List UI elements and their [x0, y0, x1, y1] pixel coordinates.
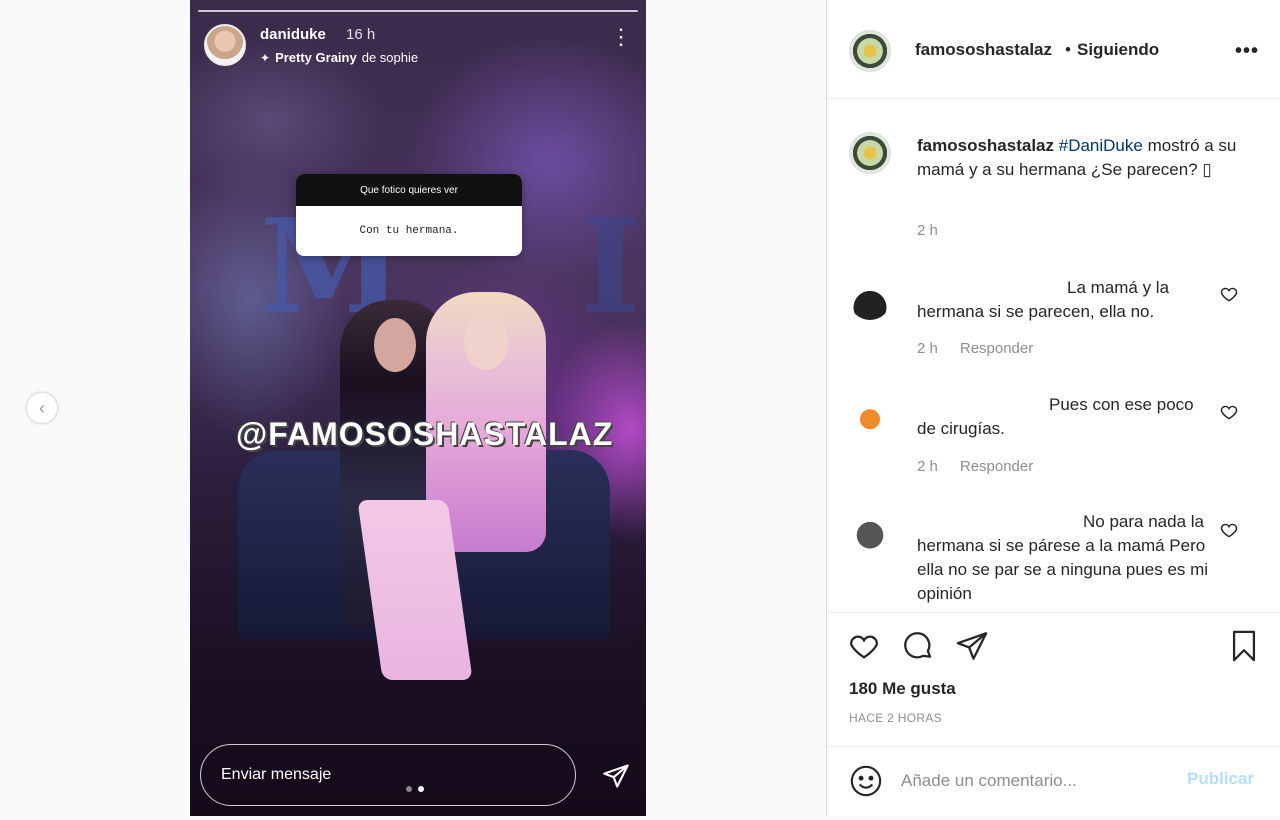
caption-avatar[interactable]: [849, 132, 891, 174]
story-username[interactable]: daniduke: [260, 26, 326, 43]
comment-text: La mamá y la hermana si se parecen, ella…: [917, 278, 1170, 321]
carousel-dot: [406, 786, 412, 792]
author-avatar[interactable]: [849, 30, 891, 72]
post-header: famososhastalaz • Siguiendo •••: [827, 0, 1280, 99]
emoji-placeholder: ▯: [1202, 160, 1212, 179]
story-progress-bar: [198, 10, 638, 12]
likes-count[interactable]: 180 Me gusta: [849, 679, 956, 699]
question-answer: Con tu hermana.: [359, 225, 459, 237]
story-time: 16 h: [346, 26, 376, 43]
comment-text: No para nada la hermana si se párese a l…: [917, 512, 1209, 603]
comment-text: Pues con ese poco de cirugías.: [917, 395, 1194, 438]
story-filter[interactable]: ✦ Pretty Grainy de sophie: [260, 50, 418, 65]
separator-dot: •: [1065, 40, 1071, 59]
post-timestamp: HACE 2 HORAS: [849, 711, 942, 725]
question-sticker: Que fotico quieres ver Con tu hermana.: [296, 174, 522, 256]
heart-icon[interactable]: [1219, 520, 1239, 540]
caption-time: 2 h: [917, 222, 938, 239]
more-options-vertical-icon[interactable]: ⋮: [610, 26, 632, 48]
comments-list[interactable]: famososhastalaz #DaniDuke mostró a su ma…: [827, 100, 1280, 612]
previous-post-button[interactable]: ‹: [26, 392, 58, 424]
caption-text: famososhastalaz #DaniDuke mostró a su ma…: [917, 134, 1257, 182]
commenter-avatar[interactable]: [849, 394, 891, 436]
heart-icon[interactable]: [1219, 284, 1239, 304]
add-comment-bar: Publicar: [827, 746, 1280, 816]
bookmark-icon[interactable]: [1227, 629, 1261, 663]
story-reply-placeholder: Enviar mensaje: [221, 766, 332, 783]
carousel-dot-active: [418, 786, 424, 792]
like-heart-icon[interactable]: [847, 629, 881, 663]
caption-hashtag[interactable]: #DaniDuke: [1059, 136, 1143, 155]
comment-time: 2 h: [917, 340, 938, 357]
background-letters-right: I: [580, 190, 641, 343]
caption-meta: 2 h: [917, 222, 938, 239]
story-avatar[interactable]: [204, 24, 246, 66]
question-header: Que fotico quieres ver: [296, 174, 522, 206]
send-icon[interactable]: [602, 762, 630, 790]
emoji-icon[interactable]: [849, 764, 883, 798]
caption-username[interactable]: famososhastalaz: [917, 136, 1054, 155]
heart-icon[interactable]: [1219, 402, 1239, 422]
publish-button[interactable]: Publicar: [1187, 769, 1254, 789]
comment-time: 2 h: [917, 458, 938, 475]
comment-input[interactable]: [901, 767, 1171, 795]
comment-meta: 2 h Responder: [917, 458, 1033, 475]
share-send-icon[interactable]: [955, 629, 989, 663]
sparkle-icon: ✦: [260, 50, 271, 65]
chevron-left-icon: ‹: [39, 397, 45, 418]
follow-status-button[interactable]: Siguiendo: [1077, 40, 1159, 60]
commenter-avatar[interactable]: [849, 278, 891, 320]
comment-bubble-icon[interactable]: [901, 629, 935, 663]
comment-meta: 2 h Responder: [917, 340, 1033, 357]
story-reply-input[interactable]: Enviar mensaje: [200, 744, 576, 806]
filter-name: Pretty Grainy: [275, 50, 357, 65]
reply-button[interactable]: Responder: [960, 340, 1033, 357]
filter-author: de sophie: [361, 50, 419, 65]
author-username[interactable]: famososhastalaz: [915, 40, 1052, 60]
carousel-dots: [406, 786, 424, 792]
post-actions: 180 Me gusta HACE 2 HORAS: [827, 612, 1280, 746]
commenter-avatar[interactable]: [849, 510, 891, 552]
watermark-text: @FAMOSOSHASTALAZ: [236, 416, 614, 452]
story-image: M I daniduke 16 h ✦ Pretty Grainy de sop…: [190, 0, 646, 816]
more-options-icon[interactable]: •••: [1235, 40, 1259, 63]
reply-button[interactable]: Responder: [960, 458, 1033, 475]
post-sidebar: famososhastalaz • Siguiendo ••• famososh…: [826, 0, 1280, 816]
